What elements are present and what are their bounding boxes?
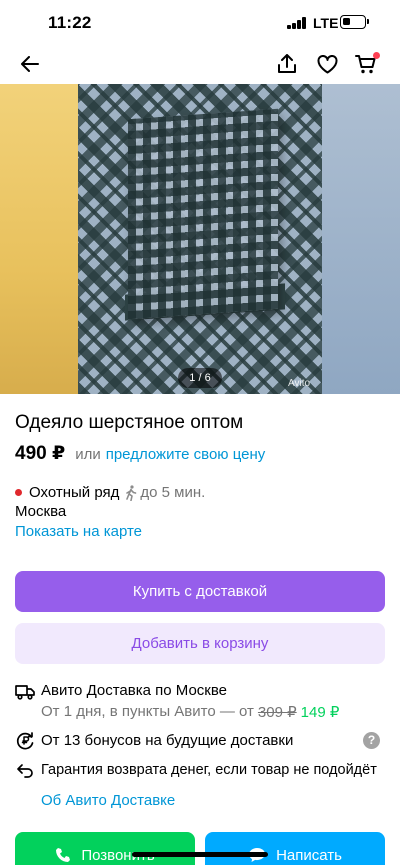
price-row: 490 ₽ или предложите свою цену <box>15 442 265 465</box>
metro-station: Охотный ряд <box>29 484 120 501</box>
about-delivery-link[interactable]: Об Авито Доставке <box>41 792 175 809</box>
arrow-left-icon <box>21 56 39 72</box>
top-nav <box>0 44 400 84</box>
phone-icon <box>56 848 71 862</box>
bonus-icon <box>15 731 35 751</box>
photo-detail-fold <box>128 108 278 320</box>
write-label: Написать <box>276 847 342 864</box>
heart-icon <box>317 54 337 73</box>
help-icon[interactable]: ? <box>363 732 380 749</box>
walk-time: до 5 мин. <box>140 484 206 501</box>
product-title: Одеяло шерстяное оптом <box>15 412 244 433</box>
status-bar: 11:22 LTE <box>0 0 400 44</box>
delivery-terms: От 1 дня, в пункты Авито — от <box>41 703 254 720</box>
metro-line-icon <box>15 489 22 496</box>
share-button[interactable] <box>273 50 301 78</box>
gallery-next-photo[interactable] <box>322 84 400 394</box>
truck-icon <box>15 682 35 702</box>
cart-badge <box>373 52 380 59</box>
write-button[interactable]: Написать <box>205 832 385 865</box>
gallery-prev-photo[interactable] <box>0 84 78 394</box>
photo-counter: 1 / 6 <box>178 368 222 388</box>
offer-price-link[interactable]: предложите свою цену <box>106 446 266 463</box>
favorite-button[interactable] <box>313 50 341 78</box>
add-to-cart-button[interactable]: Добавить в корзину <box>15 623 385 664</box>
delivery-subtitle: От 1 дня, в пункты Авито — от 309 ₽ 149 … <box>41 703 339 721</box>
price-or-text: или <box>75 446 101 463</box>
back-button[interactable] <box>16 50 44 78</box>
signal-icon <box>287 17 307 29</box>
walking-icon <box>125 484 137 501</box>
share-icon <box>278 54 296 73</box>
delivery-old-price: 309 ₽ <box>257 704 297 721</box>
battery-icon <box>340 15 366 29</box>
buy-with-delivery-button[interactable]: Купить с доставкой <box>15 571 385 612</box>
status-time: 11:22 <box>48 13 92 32</box>
battery-tip <box>367 19 369 24</box>
guarantee-text: Гарантия возврата денег, если товар не п… <box>41 762 377 778</box>
photo-gallery[interactable]: 1 / 6 Avito <box>0 84 400 394</box>
cart-button[interactable] <box>352 50 380 78</box>
city: Москва <box>15 503 67 520</box>
metro-row: Охотный ряд до 5 мин. <box>15 484 205 501</box>
return-icon <box>15 761 35 781</box>
delivery-new-price: 149 ₽ <box>300 704 340 721</box>
show-on-map-link[interactable]: Показать на карте <box>15 523 142 540</box>
call-button[interactable]: Позвонить <box>15 832 195 865</box>
network-type: LTE <box>313 15 339 31</box>
photo-watermark: Avito <box>288 378 311 389</box>
bonus-text: От 13 бонусов на будущие доставки <box>41 732 294 749</box>
delivery-title: Авито Доставка по Москве <box>41 682 227 699</box>
home-indicator[interactable] <box>132 852 268 857</box>
product-price: 490 ₽ <box>15 443 66 464</box>
